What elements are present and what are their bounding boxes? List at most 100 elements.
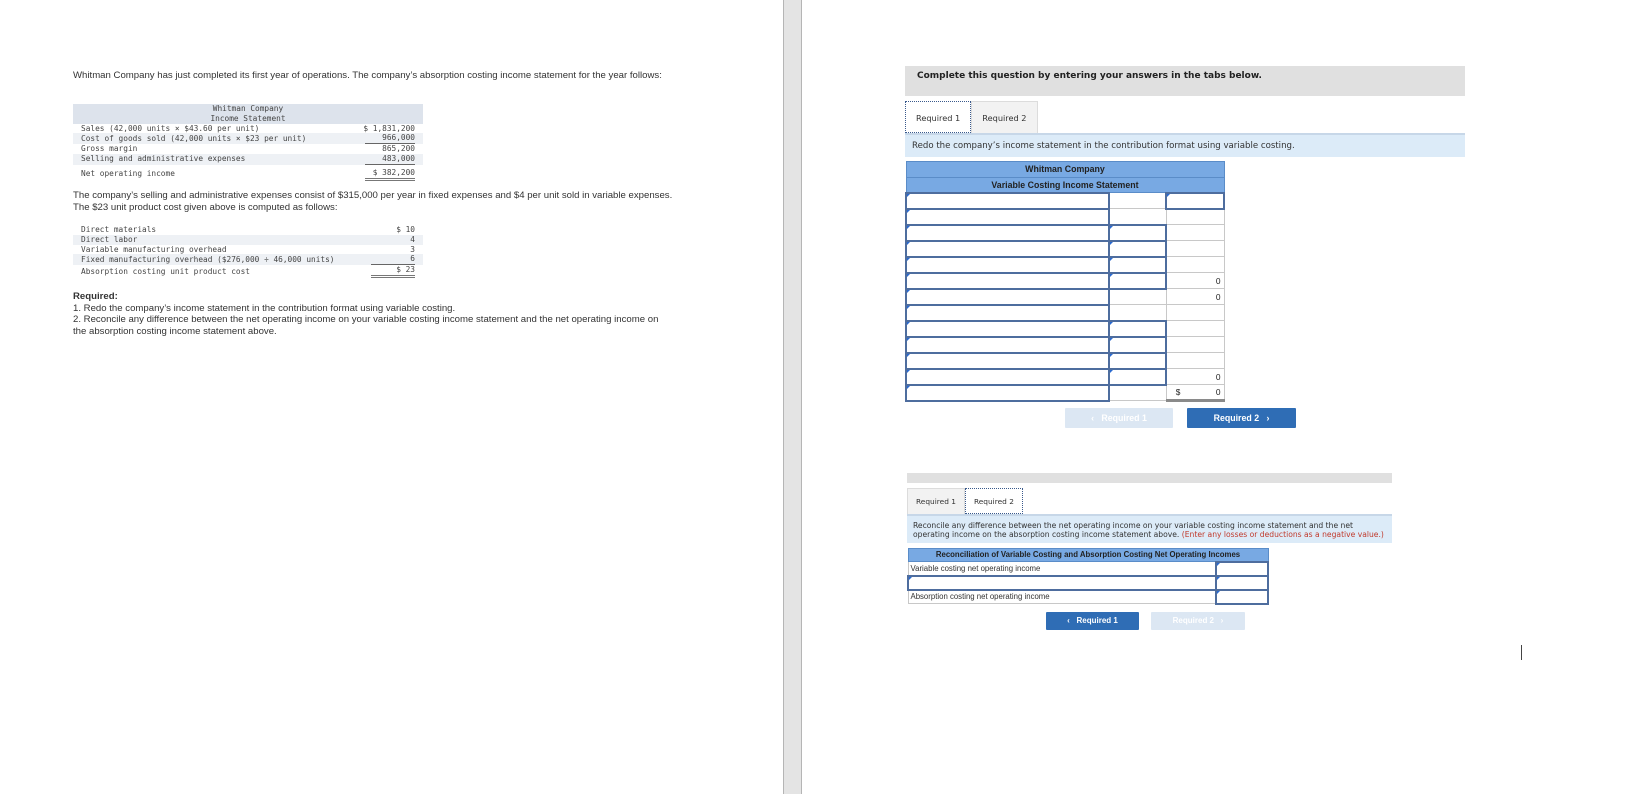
panel-splitter[interactable]: [783, 0, 802, 794]
tab-required-2[interactable]: Required 2: [964, 488, 1023, 514]
pc-amount: $ 10: [396, 225, 415, 234]
vc-label-dropdown[interactable]: [905, 287, 1110, 306]
vc-row: [905, 351, 1225, 370]
is-label: Net operating income: [81, 169, 175, 179]
is-row-cogs: Cost of goods sold (42,000 units × $23 p…: [73, 133, 423, 145]
vc-label-dropdown[interactable]: [905, 319, 1110, 338]
vc-row-final: $ 0: [905, 383, 1225, 402]
instructions-banner: Complete this question by entering your …: [905, 66, 1465, 96]
vc-label-dropdown[interactable]: [905, 191, 1110, 210]
vc-row: [905, 191, 1225, 210]
text-cursor: [1521, 645, 1522, 660]
is-row-noi: Net operating income $ 382,200: [73, 165, 423, 181]
pc-label: Direct labor: [73, 234, 353, 245]
vc-label-dropdown[interactable]: [905, 255, 1110, 274]
unit-product-cost-table: Direct materials $ 10 Direct labor 4 Var…: [73, 225, 423, 278]
problem-panel: Whitman Company has just completed its f…: [73, 70, 673, 82]
required-2-instruction: Reconcile any difference between the net…: [907, 514, 1392, 543]
vc-label-dropdown[interactable]: [905, 223, 1110, 242]
vc-row: [905, 223, 1225, 242]
next-required-2-button-2[interactable]: Required 2 ›: [1151, 612, 1245, 630]
vc-label-dropdown[interactable]: [905, 271, 1110, 290]
vc-mid-cell: [1108, 304, 1167, 321]
vc-net-operating-income: $ 0: [1165, 384, 1225, 402]
vc-row: 0: [905, 271, 1225, 290]
vc-amount-input[interactable]: [1107, 239, 1168, 258]
chevron-right-icon: ›: [1266, 413, 1270, 423]
pc-label: Absorption costing unit product cost: [81, 266, 250, 276]
rc-row: [907, 574, 1269, 591]
tab-required-2[interactable]: Required 2: [971, 101, 1038, 133]
vc-amount-input[interactable]: [1107, 335, 1168, 354]
vc-amount-input[interactable]: [1107, 223, 1168, 242]
rc-label-dropdown[interactable]: [907, 574, 1217, 591]
vc-amount-input[interactable]: [1107, 319, 1168, 338]
pc-row: Variable manufacturing overhead 3: [73, 245, 423, 255]
next-label: Required 2: [1172, 616, 1214, 625]
rc-amount-input[interactable]: [1215, 588, 1269, 605]
tab-required-1[interactable]: Required 1: [907, 488, 965, 514]
is-amount: $ 382,200: [365, 168, 415, 181]
is-label: Sales (42,000 units × $43.60 per unit): [81, 123, 260, 133]
tab-bar-2: Required 1 Required 2: [907, 488, 1023, 514]
vc-mid-cell: [1108, 208, 1167, 225]
rc-label: Absorption costing net operating income: [907, 589, 1217, 604]
vc-amount-input[interactable]: [1107, 255, 1168, 274]
vc-label-dropdown[interactable]: [905, 303, 1110, 322]
is-label: Gross margin: [81, 144, 138, 154]
prev-label: Required 1: [1101, 413, 1147, 423]
next-required-2-button[interactable]: Required 2 ›: [1187, 408, 1296, 428]
pc-row-total: Absorption costing unit product cost $ 2…: [73, 265, 423, 278]
problem-text-2: The company’s selling and administrative…: [73, 190, 673, 213]
vc-label-dropdown[interactable]: [905, 335, 1110, 354]
vc-total-cell: [1165, 304, 1225, 321]
vc-row: [905, 207, 1225, 226]
pc-row: Fixed manufacturing overhead ($276,000 ÷…: [73, 254, 423, 266]
pc-label: Direct materials: [81, 225, 157, 234]
rc-label: Variable costing net operating income: [907, 561, 1217, 576]
vc-total-cell: [1165, 208, 1225, 225]
vc-total-cell: [1165, 224, 1225, 241]
vc-total-cell: [1165, 320, 1225, 337]
vc-row: [905, 335, 1225, 354]
reconciliation-table: Reconciliation of Variable Costing and A…: [907, 548, 1269, 605]
is-title-2: Income Statement: [73, 113, 423, 124]
problem-intro: Whitman Company has just completed its f…: [73, 70, 662, 81]
pc-amount: 4: [410, 234, 415, 244]
vc-mid-cell: [1108, 288, 1167, 305]
pc-amount: $ 23: [371, 265, 415, 278]
tab-required-1[interactable]: Required 1: [905, 101, 972, 133]
vc-amount-input[interactable]: [1107, 271, 1168, 290]
vc-computed-total: 0: [1165, 272, 1225, 289]
prev-label: Required 1: [1076, 616, 1118, 625]
pc-row: Direct labor 4: [73, 234, 423, 245]
vc-label-dropdown[interactable]: [905, 383, 1110, 402]
rc-row: Variable costing net operating income: [907, 560, 1269, 577]
variable-costing-statement: Whitman Company Variable Costing Income …: [905, 161, 1225, 402]
dollar-sign: $: [1175, 387, 1181, 397]
rc-row: Absorption costing net operating income: [907, 588, 1269, 605]
prev-required-1-button-2[interactable]: ‹ Required 1: [1046, 612, 1139, 630]
vc-amount-input[interactable]: [1107, 367, 1168, 386]
vc-label-dropdown[interactable]: [905, 351, 1110, 370]
vc-label-dropdown[interactable]: [905, 239, 1110, 258]
pc-label: Variable manufacturing overhead: [81, 244, 227, 254]
vc-label-dropdown[interactable]: [905, 207, 1110, 226]
vc-total-cell: [1165, 336, 1225, 353]
vc-mid-cell: [1108, 384, 1167, 401]
is-label: Selling and administrative expenses: [73, 153, 353, 165]
chevron-right-icon: ›: [1220, 616, 1224, 625]
rc-amount-input[interactable]: [1215, 560, 1269, 577]
rc-amount-input[interactable]: [1215, 574, 1269, 591]
rc-title: Reconciliation of Variable Costing and A…: [907, 548, 1269, 562]
vc-mid-cell: [1108, 192, 1167, 209]
vc-row: [905, 319, 1225, 338]
vc-total-input[interactable]: [1165, 191, 1225, 210]
prev-required-1-button[interactable]: ‹ Required 1: [1065, 408, 1173, 428]
pc-amount: 6: [371, 254, 415, 266]
vc-label-dropdown[interactable]: [905, 367, 1110, 386]
vc-amount-input[interactable]: [1107, 351, 1168, 370]
vc-title-2: Variable Costing Income Statement: [905, 176, 1225, 193]
chevron-left-icon: ‹: [1067, 616, 1070, 625]
vc-total-cell: [1165, 352, 1225, 369]
